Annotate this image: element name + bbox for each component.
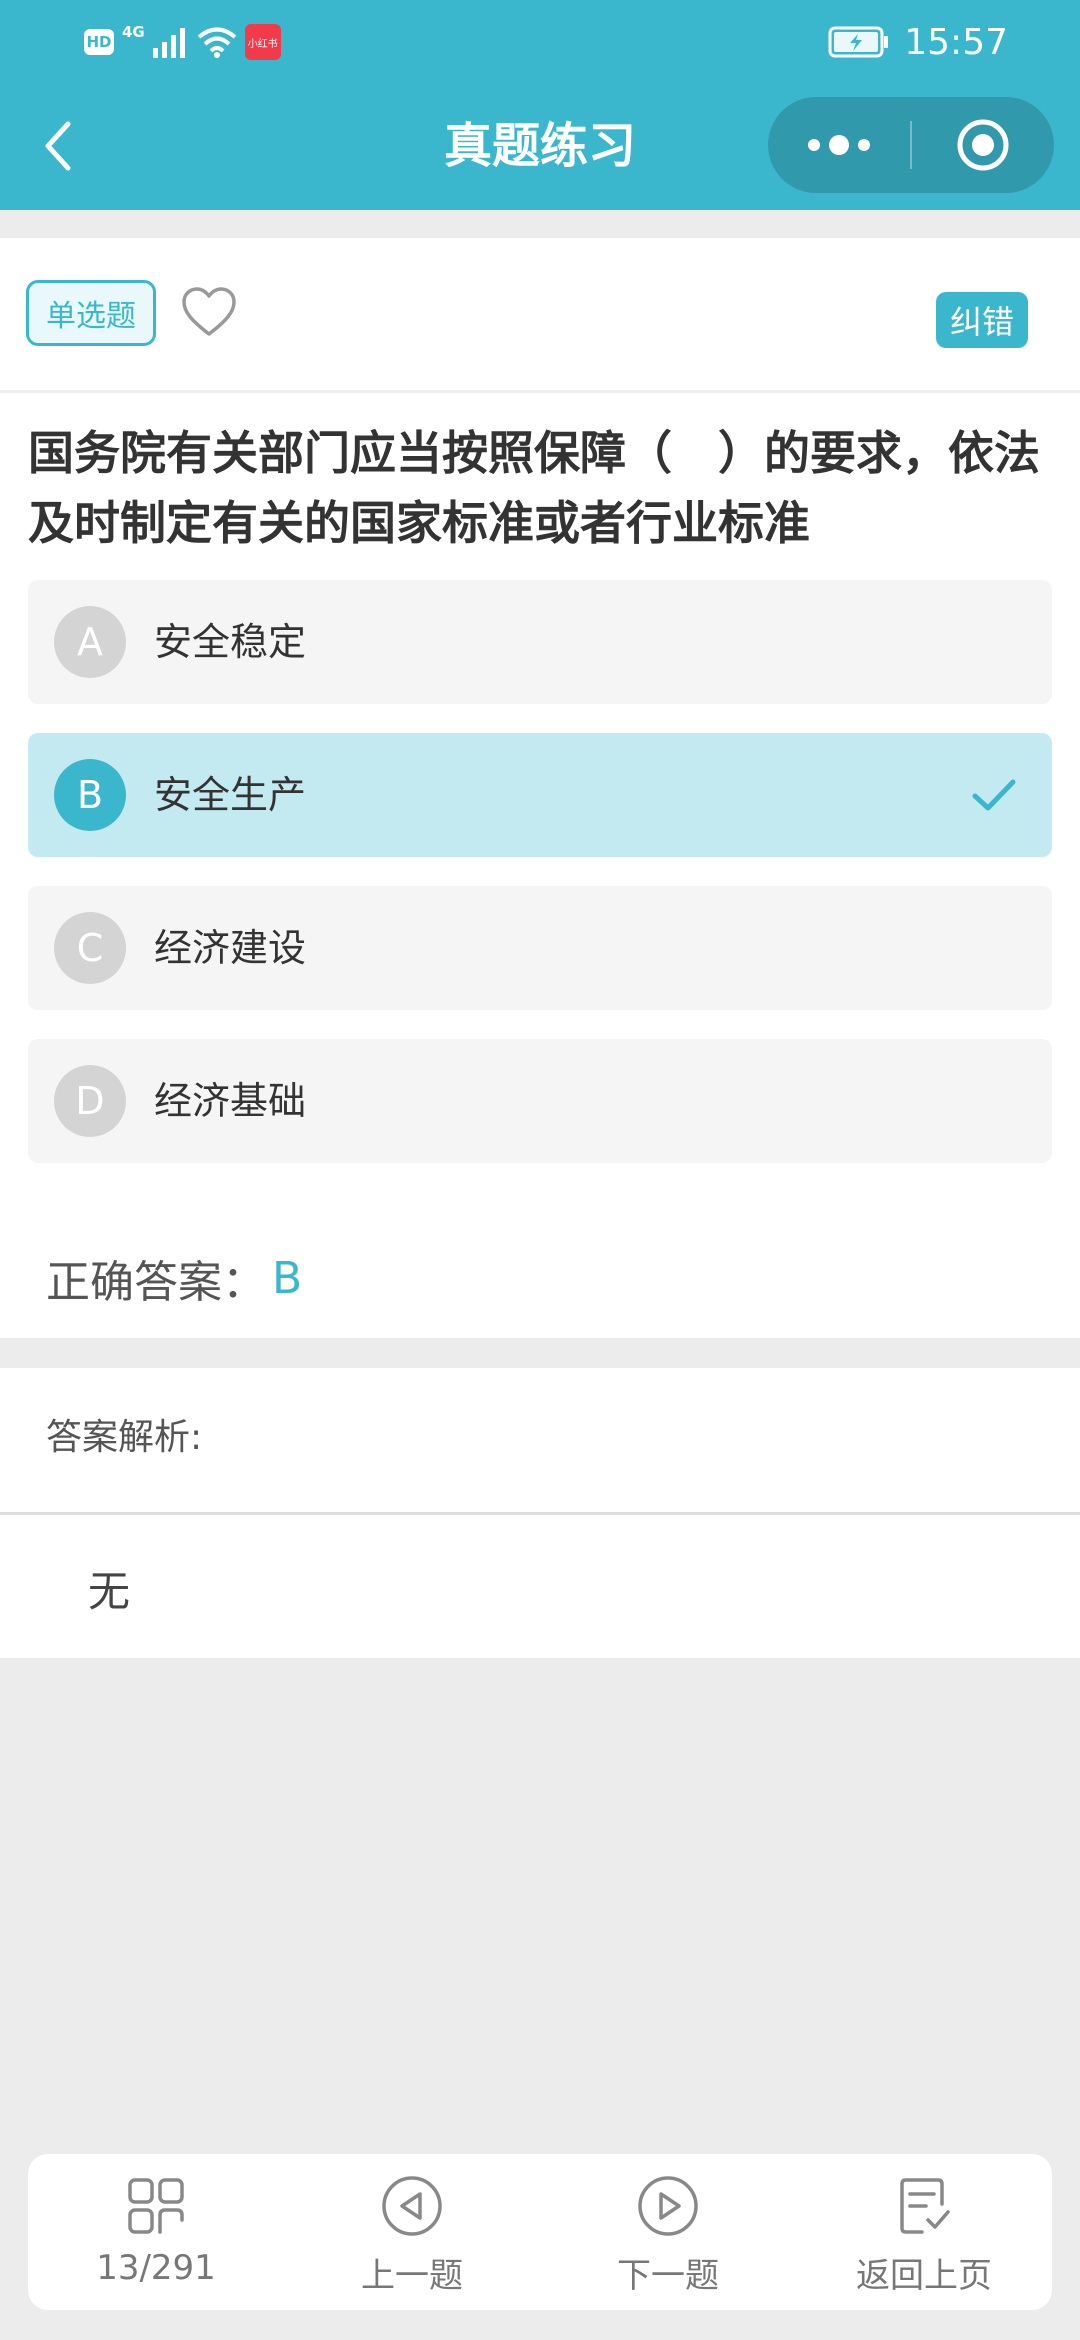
play-left-icon bbox=[382, 2176, 442, 2236]
option-text: 安全稳定 bbox=[154, 620, 307, 664]
analysis-content: 无 bbox=[88, 1567, 131, 1616]
app-notification-badge: 小红书 bbox=[244, 24, 281, 60]
chevron-left-icon bbox=[45, 121, 71, 171]
battery-charging-icon bbox=[828, 26, 889, 58]
next-label: 下一题 bbox=[617, 2256, 719, 2296]
question-type-tag: 单选题 bbox=[26, 280, 156, 346]
header-bar: HD 4G 小红书 15:57 真题练习 bbox=[0, 0, 1080, 210]
option-d[interactable]: D 经济基础 bbox=[28, 1039, 1052, 1163]
option-text: 经济基础 bbox=[154, 1079, 307, 1123]
checklist-icon bbox=[900, 2178, 950, 2234]
miniprogram-capsule bbox=[768, 97, 1054, 193]
option-letter: A bbox=[54, 606, 126, 678]
option-c[interactable]: C 经济建设 bbox=[28, 886, 1052, 1010]
correct-answer-label: 正确答案： bbox=[46, 1257, 266, 1308]
option-letter: C bbox=[54, 912, 126, 984]
hd-badge: HD bbox=[84, 29, 114, 55]
option-text: 经济建设 bbox=[154, 926, 307, 970]
next-question-button[interactable]: 下一题 bbox=[540, 2154, 796, 2310]
report-error-button[interactable]: 纠错 bbox=[936, 292, 1028, 348]
network-type: 4G bbox=[122, 23, 145, 41]
more-dots-icon bbox=[808, 135, 870, 155]
question-index-button[interactable]: 13/291 bbox=[28, 2154, 284, 2310]
progress-label: 13/291 bbox=[96, 2248, 216, 2288]
target-close-icon bbox=[957, 119, 1009, 171]
divider bbox=[0, 1512, 1080, 1515]
close-miniprogram-button[interactable] bbox=[912, 97, 1054, 193]
status-time: 15:57 bbox=[904, 21, 1008, 63]
more-button[interactable] bbox=[768, 97, 910, 193]
return-button[interactable]: 返回上页 bbox=[796, 2154, 1052, 2310]
option-text: 安全生产 bbox=[154, 773, 307, 817]
prev-label: 上一题 bbox=[361, 2256, 463, 2296]
divider bbox=[0, 390, 1080, 393]
check-icon bbox=[972, 779, 1016, 811]
return-label: 返回上页 bbox=[856, 2256, 992, 2296]
correct-answer-value: B bbox=[272, 1252, 303, 1304]
analysis-card: 答案解析: 无 bbox=[0, 1368, 1080, 1658]
bottom-nav: 13/291 上一题 下一题 返回上页 bbox=[28, 2154, 1052, 2310]
option-letter: B bbox=[54, 759, 126, 831]
page-title: 真题练习 bbox=[443, 118, 636, 174]
correct-answer-row: 正确答案： B bbox=[46, 1248, 303, 1309]
status-bar-left: HD 4G 小红书 bbox=[84, 22, 281, 62]
grid-icon bbox=[128, 2178, 184, 2234]
favorite-button[interactable] bbox=[180, 284, 238, 342]
play-right-icon bbox=[638, 2176, 698, 2236]
back-button[interactable] bbox=[36, 110, 80, 180]
wifi-icon bbox=[197, 27, 237, 58]
option-b[interactable]: B 安全生产 bbox=[28, 733, 1052, 857]
signal-icon bbox=[152, 28, 185, 58]
question-text: 国务院有关部门应当按照保障（ ）的要求，依法及时制定有关的国家标准或者行业标准 bbox=[28, 426, 1040, 550]
heart-outline-icon bbox=[182, 287, 236, 336]
prev-question-button[interactable]: 上一题 bbox=[284, 2154, 540, 2310]
question-card: 单选题 纠错 国务院有关部门应当按照保障（ ）的要求，依法及时制定有关的国家标准… bbox=[0, 238, 1080, 1338]
analysis-label: 答案解析: bbox=[46, 1417, 203, 1458]
status-bar-right: 15:57 bbox=[828, 18, 1008, 66]
option-letter: D bbox=[54, 1065, 126, 1137]
option-a[interactable]: A 安全稳定 bbox=[28, 580, 1052, 704]
